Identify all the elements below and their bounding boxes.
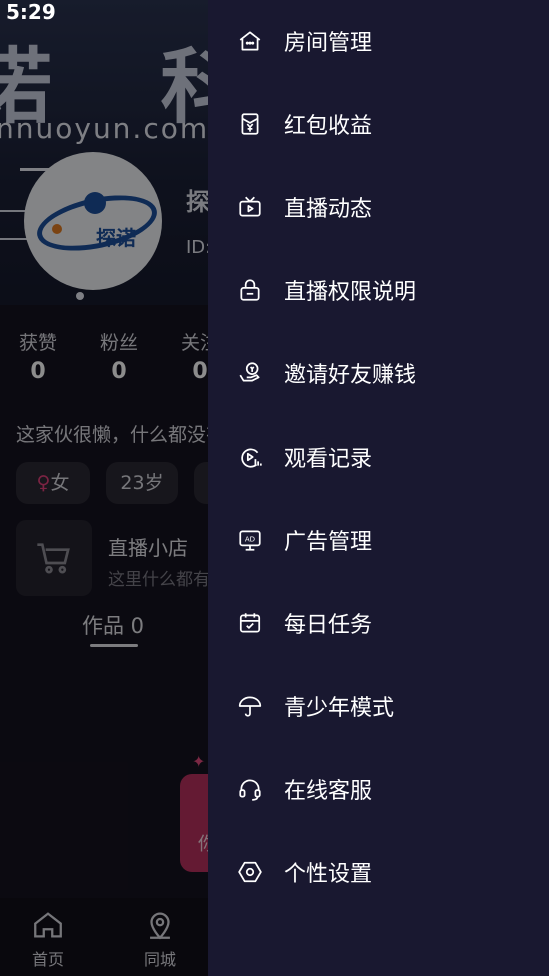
menu-item-invite-friends[interactable]: 邀请好友赚钱 bbox=[208, 338, 549, 408]
umbrella-icon bbox=[236, 692, 264, 720]
menu-label: 青少年模式 bbox=[284, 696, 395, 721]
house-icon bbox=[236, 27, 264, 55]
menu-item-room-management[interactable]: 房间管理 bbox=[208, 6, 549, 76]
status-time: 5:29 bbox=[6, 0, 56, 24]
menu-label: 每日任务 bbox=[284, 613, 373, 638]
menu-item-ad-management[interactable]: AD 广告管理 bbox=[208, 505, 549, 575]
menu-label: 红包收益 bbox=[284, 114, 373, 139]
headset-icon bbox=[236, 775, 264, 803]
menu-label: 邀请好友赚钱 bbox=[284, 363, 417, 388]
menu-label: 观看记录 bbox=[284, 447, 373, 472]
menu-item-customer-service[interactable]: 在线客服 bbox=[208, 754, 549, 824]
menu-item-live-feed[interactable]: 直播动态 bbox=[208, 172, 549, 242]
calendar-check-icon bbox=[236, 609, 264, 637]
menu-label: 个性设置 bbox=[284, 862, 373, 887]
menu-item-watch-history[interactable]: 观看记录 bbox=[208, 422, 549, 492]
menu-label: 广告管理 bbox=[284, 530, 373, 555]
tv-play-icon bbox=[236, 193, 264, 221]
hexagon-settings-icon bbox=[236, 858, 264, 886]
menu-item-personal-settings[interactable]: 个性设置 bbox=[208, 837, 549, 907]
invite-coin-hand-icon bbox=[236, 359, 264, 387]
menu-label: 在线客服 bbox=[284, 779, 373, 804]
menu-label: 直播权限说明 bbox=[284, 280, 417, 305]
menu-item-red-envelope-earnings[interactable]: 红包收益 bbox=[208, 89, 549, 159]
menu-item-live-permission[interactable]: 直播权限说明 bbox=[208, 255, 549, 325]
menu-item-daily-tasks[interactable]: 每日任务 bbox=[208, 588, 549, 658]
menu-label: 房间管理 bbox=[284, 31, 373, 56]
watch-history-icon bbox=[236, 443, 264, 471]
svg-text:AD: AD bbox=[245, 535, 255, 544]
lock-icon bbox=[236, 276, 264, 304]
menu-item-teen-mode[interactable]: 青少年模式 bbox=[208, 671, 549, 741]
ad-monitor-icon: AD bbox=[236, 526, 264, 554]
red-envelope-yen-icon bbox=[236, 110, 264, 138]
menu-label: 直播动态 bbox=[284, 197, 373, 222]
side-drawer: 房间管理 红包收益 直播动态 直播权限说明 邀请好友赚钱 观看记录 AD 广告管… bbox=[208, 0, 549, 976]
